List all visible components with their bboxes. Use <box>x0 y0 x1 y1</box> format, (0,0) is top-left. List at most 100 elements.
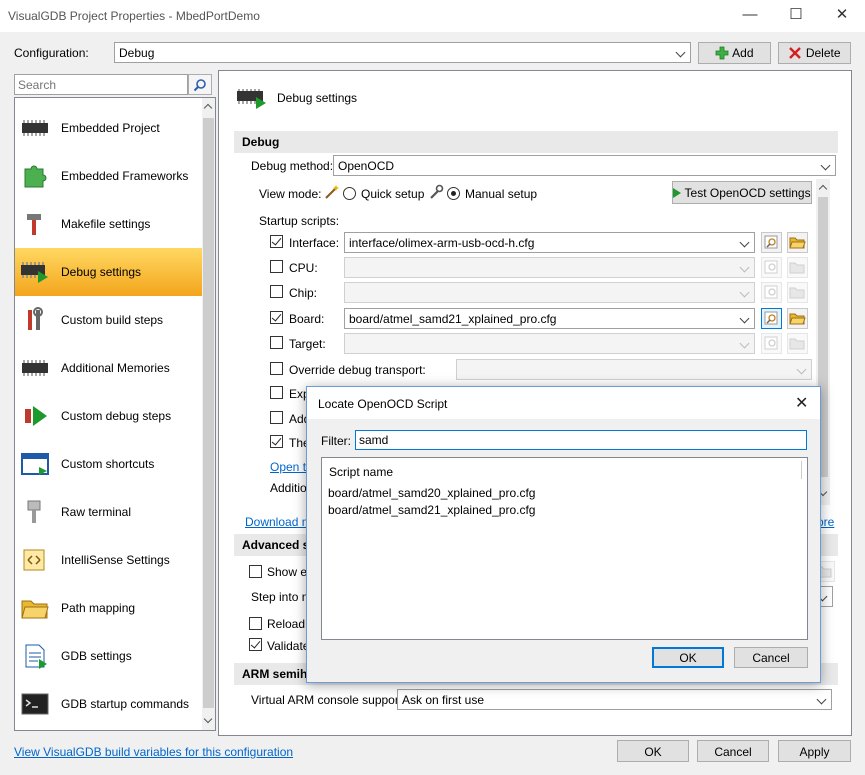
filter-input[interactable] <box>355 430 807 450</box>
debug-method-select[interactable]: OpenOCD <box>333 155 836 176</box>
minimize-button[interactable]: — <box>727 0 773 32</box>
target-select[interactable] <box>344 333 755 354</box>
debug-chip-icon <box>19 259 51 285</box>
sidebar-scroll-thumb[interactable] <box>203 118 214 708</box>
test-openocd-button[interactable]: Test OpenOCD settings <box>672 181 812 204</box>
exp-checkbox[interactable] <box>270 386 283 399</box>
dialog-close-icon[interactable]: ✕ <box>795 393 808 413</box>
sidebar-item-additional-memories[interactable]: Additional Memories <box>15 344 202 392</box>
chip-search-button[interactable] <box>761 282 782 303</box>
sidebar-item-path-mapping[interactable]: Path mapping <box>15 584 202 632</box>
serial-connector-icon <box>19 499 51 525</box>
target-checkbox[interactable] <box>270 336 283 349</box>
board-select[interactable]: board/atmel_samd21_xplained_pro.cfg <box>344 308 755 329</box>
override-transport-checkbox[interactable] <box>270 362 283 375</box>
interface-checkbox[interactable] <box>270 235 283 248</box>
add-label: Add <box>732 46 754 60</box>
cpu-select[interactable] <box>344 257 755 278</box>
list-item-label: board/atmel_samd21_xplained_pro.cfg <box>328 503 536 517</box>
reload-checkbox[interactable] <box>249 617 262 630</box>
sidebar-item-gdb-startup-commands[interactable]: GDB startup commands <box>15 680 202 728</box>
sidebar-item-debug-settings[interactable]: Debug settings <box>15 248 202 296</box>
virtual-console-value: Ask on first use <box>402 693 485 707</box>
board-search-button[interactable] <box>761 308 782 329</box>
sidebar-item-gdb-settings[interactable]: GDB settings <box>15 632 202 680</box>
scroll-down-icon[interactable] <box>203 714 213 724</box>
search-icon <box>193 79 206 92</box>
show-checkbox[interactable] <box>249 565 262 578</box>
console-icon <box>19 691 51 717</box>
startup-scripts-label: Startup scripts: <box>259 214 340 228</box>
configuration-select[interactable]: Debug <box>114 42 691 63</box>
list-item[interactable]: board/atmel_samd20_xplained_pro.cfg <box>326 484 801 501</box>
list-item[interactable]: board/atmel_samd21_xplained_pro.cfg <box>326 501 801 518</box>
chip-checkbox[interactable] <box>270 285 283 298</box>
folder-open-icon <box>789 262 805 274</box>
maximize-button[interactable]: ☐ <box>773 0 819 32</box>
folder-open-icon <box>789 338 805 350</box>
tools-icon <box>19 307 51 333</box>
search-icon <box>764 235 778 249</box>
search-input[interactable] <box>14 74 188 95</box>
cancel-button[interactable]: Cancel <box>697 740 769 762</box>
quick-setup-radio[interactable] <box>343 187 356 200</box>
interface-select[interactable]: interface/olimex-arm-usb-ocd-h.cfg <box>344 232 755 253</box>
validate-checkbox[interactable] <box>249 638 262 651</box>
build-variables-link[interactable]: View VisualGDB build variables for this … <box>14 745 293 759</box>
dialog-ok-button[interactable]: OK <box>652 647 724 668</box>
sidebar-scrollbar[interactable] <box>202 98 215 730</box>
reload-label: Reload f <box>267 617 312 631</box>
sidebar-item-label: Path mapping <box>61 601 136 615</box>
script-name-column[interactable]: Script name <box>329 465 393 479</box>
debug-method-label: Debug method: <box>251 159 334 173</box>
folder-open-icon <box>789 237 806 249</box>
board-browse-button[interactable] <box>787 308 808 329</box>
cpu-browse-button[interactable] <box>787 257 808 278</box>
apply-button[interactable]: Apply <box>778 740 851 762</box>
sidebar-item-label: Additional Memories <box>61 361 170 375</box>
locate-script-dialog: Locate OpenOCD Script ✕ Filter: Script n… <box>306 386 821 683</box>
override-transport-select[interactable] <box>456 359 812 380</box>
chevron-down-icon <box>795 364 809 376</box>
sidebar-item-embedded-frameworks[interactable]: Embedded Frameworks <box>15 152 202 200</box>
target-search-button[interactable] <box>761 333 782 354</box>
sidebar-item-raw-terminal[interactable]: Raw terminal <box>15 488 202 536</box>
chip-browse-button[interactable] <box>787 282 808 303</box>
board-checkbox[interactable] <box>270 311 283 324</box>
sidebar-item-label: Embedded Project <box>61 121 160 135</box>
view-mode-label: View mode: <box>259 187 322 201</box>
cpu-checkbox[interactable] <box>270 260 283 273</box>
sidebar-item-intellisense-settings[interactable]: IntelliSense Settings <box>15 536 202 584</box>
ok-button[interactable]: OK <box>617 740 689 762</box>
interface-browse-button[interactable] <box>787 232 808 253</box>
chevron-down-icon <box>738 262 752 274</box>
sidebar-item-label: GDB startup commands <box>61 697 190 711</box>
sidebar-item-custom-shortcuts[interactable]: Custom shortcuts <box>15 440 202 488</box>
sidebar-item-custom-debug-steps[interactable]: Custom debug steps <box>15 392 202 440</box>
search-icon <box>764 285 778 299</box>
sidebar-item-embedded-project[interactable]: Embedded Project <box>15 104 202 152</box>
add-checkbox[interactable] <box>270 411 283 424</box>
scroll-up-icon[interactable] <box>203 103 213 113</box>
scroll-up-icon[interactable] <box>818 184 828 194</box>
virtual-console-select[interactable]: Ask on first use <box>397 689 832 710</box>
sidebar-item-makefile-settings[interactable]: Makefile settings <box>15 200 202 248</box>
configuration-value: Debug <box>119 46 155 60</box>
chip-select[interactable] <box>344 282 755 303</box>
search-button[interactable] <box>188 74 212 95</box>
close-button[interactable]: ✕ <box>819 0 865 32</box>
sidebar-item-label: Debug settings <box>61 265 142 279</box>
add-configuration-button[interactable]: Add <box>698 42 771 64</box>
target-browse-button[interactable] <box>787 333 808 354</box>
interface-label: Interface: <box>289 236 340 250</box>
dialog-cancel-button[interactable]: Cancel <box>734 647 808 668</box>
manual-setup-radio[interactable] <box>447 187 460 200</box>
the-checkbox[interactable] <box>270 435 283 448</box>
delete-configuration-button[interactable]: Delete <box>778 42 851 64</box>
window-icon <box>19 451 51 477</box>
cpu-search-button[interactable] <box>761 257 782 278</box>
sidebar-item-custom-build-steps[interactable]: Custom build steps <box>15 296 202 344</box>
filter-label: Filter: <box>321 434 351 448</box>
interface-search-button[interactable] <box>761 232 782 253</box>
dialog-title-bar: Locate OpenOCD Script ✕ <box>307 387 820 419</box>
